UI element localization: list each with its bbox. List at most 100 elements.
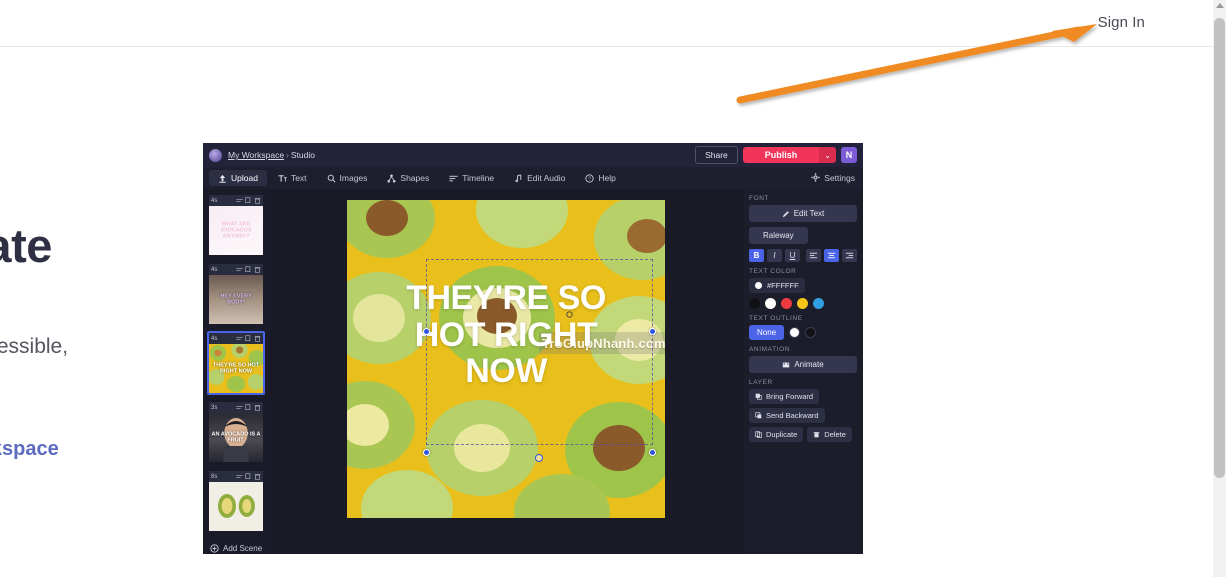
trash-icon[interactable] [254,197,261,204]
scene-item-5[interactable]: 8s [207,469,265,533]
scene-item-4[interactable]: 3s AN AVOCADO IS A FRUIT. [207,400,265,464]
scene-thumbnail[interactable]: WHAT ARE AVOCADOS ANYWAY? [209,206,263,255]
breadcrumb-workspace[interactable]: My Workspace [228,150,284,160]
tool-timeline[interactable]: Timeline [440,170,503,186]
duplicate-icon[interactable] [245,266,252,273]
page-subtitle: art, accessible, [0,335,69,358]
align-center-button[interactable] [824,249,839,262]
text-outline-options: None [749,325,857,340]
text-color-value-chip[interactable]: #FFFFFF [749,278,805,293]
resize-handle-bottom-left[interactable] [423,449,430,456]
duplicate-button[interactable]: Duplicate [749,427,804,442]
outline-swatch-black[interactable] [805,327,817,338]
resize-handle-left[interactable] [423,328,430,335]
add-scene-button[interactable]: Add Scene [207,538,265,554]
align-center-icon [827,252,836,259]
scene-thumbnail[interactable]: AN AVOCADO IS A FRUIT. [209,413,263,462]
duplicate-icon[interactable] [245,404,252,411]
bring-forward-label: Bring Forward [766,392,814,401]
resize-handle-right[interactable] [649,328,656,335]
tool-images[interactable]: Images [318,170,377,186]
align-right-button[interactable] [842,249,857,262]
duplicate-icon[interactable] [245,197,252,204]
font-family-select[interactable]: Raleway [749,227,808,244]
avatar[interactable]: N [841,147,857,163]
create-workspace-link[interactable]: e a workspace [0,438,59,461]
duplicate-icon[interactable] [245,335,252,342]
page-scrollbar[interactable] [1213,0,1226,577]
transition-icon[interactable] [236,473,243,480]
sign-in-link[interactable]: Sign In [1098,14,1145,31]
edit-text-button[interactable]: Edit Text [749,205,857,222]
publish-button[interactable]: Publish [742,147,820,163]
scene-item-2[interactable]: 4s HEY EVERY BODY! [207,262,265,326]
scroll-up-arrow-icon[interactable] [1216,3,1224,8]
scene-item-1[interactable]: 4s WHAT ARE AVOCADOS ANYWAY? [207,193,265,257]
trash-icon [813,432,820,438]
trash-icon[interactable] [254,473,261,480]
animate-button[interactable]: Animate [749,356,857,373]
color-preview-dot [755,282,762,289]
tool-edit-audio[interactable]: Edit Audio [505,170,574,186]
resize-handle-bottom-right[interactable] [649,449,656,456]
tool-text[interactable]: Text [269,170,316,186]
scene-item-3[interactable]: 4s THEY'RE SO HOT RIGHT NOW [207,331,265,395]
outline-none-button[interactable]: None [749,325,785,340]
trash-icon[interactable] [254,335,261,342]
scenes-rail: 4s WHAT ARE AVOCADOS ANYWAY? 4s HEY EVER… [203,189,269,554]
tool-help[interactable]: ? Help [576,170,624,186]
scrollbar-thumb[interactable] [1214,18,1225,478]
bring-forward-button[interactable]: Bring Forward [749,389,820,404]
duplicate-icon[interactable] [245,473,252,480]
bold-button[interactable]: B [749,249,764,262]
layer-button-row: Duplicate Delete [749,427,857,446]
upload-icon [218,174,227,183]
duplicate-icon [755,431,762,438]
scene-thumbnail[interactable]: HEY EVERY BODY! [209,275,263,324]
delete-button[interactable]: Delete [807,427,852,442]
properties-panel: FONT Edit Text Raleway B I U TEXT COLOR … [743,189,863,554]
trash-icon[interactable] [254,266,261,273]
edit-text-label: Edit Text [793,209,825,218]
scene-header: 4s [209,333,263,344]
settings-button[interactable]: Settings [811,172,857,184]
send-backward-label: Send Backward [766,411,819,420]
italic-button[interactable]: I [767,249,782,262]
breadcrumb-separator: › [286,150,289,160]
swatch-yellow[interactable] [797,298,808,309]
underline-button[interactable]: U [785,249,800,262]
swatch-white[interactable] [765,298,776,309]
help-circle-icon: ? [585,173,594,183]
text-color-hex: #FFFFFF [767,281,799,290]
tool-shapes[interactable]: Shapes [378,170,438,186]
send-backward-button[interactable]: Send Backward [749,408,825,423]
transition-icon[interactable] [236,404,243,411]
swatch-blue[interactable] [813,298,824,309]
video-canvas[interactable]: TroGiupNhanh.com THEY'RE SO HOT RIGHT NO… [347,200,665,518]
tool-upload[interactable]: Upload [209,170,267,186]
animate-label: Animate [794,360,824,369]
swatch-black[interactable] [749,298,760,309]
site-header: Sign In [0,0,1213,47]
page-title: reate [0,219,52,272]
trash-icon[interactable] [254,404,261,411]
workspace-avatar[interactable] [209,148,222,162]
scene-header: 3s [209,402,263,413]
scene-thumbnail[interactable]: THEY'RE SO HOT RIGHT NOW [209,344,263,393]
swatch-red[interactable] [781,298,792,309]
pencil-icon [782,210,789,217]
studio-body: 4s WHAT ARE AVOCADOS ANYWAY? 4s HEY EVER… [203,189,863,554]
publish-chevron-down-icon[interactable]: ⌄ [819,147,836,163]
transition-icon[interactable] [236,266,243,273]
align-left-button[interactable] [806,249,821,262]
tool-shapes-label: Shapes [400,173,430,183]
scene-thumbnail[interactable] [209,482,263,531]
scene-header: 4s [209,195,263,206]
add-scene-label: Add Scene [223,544,263,553]
rotate-handle[interactable] [535,454,543,462]
share-button[interactable]: Share [695,146,738,164]
outline-swatch-white[interactable] [789,327,801,338]
transition-icon[interactable] [236,335,243,342]
transition-icon[interactable] [236,197,243,204]
studio-app-window: My Workspace › Studio Share Publish ⌄ N Up… [203,143,863,554]
